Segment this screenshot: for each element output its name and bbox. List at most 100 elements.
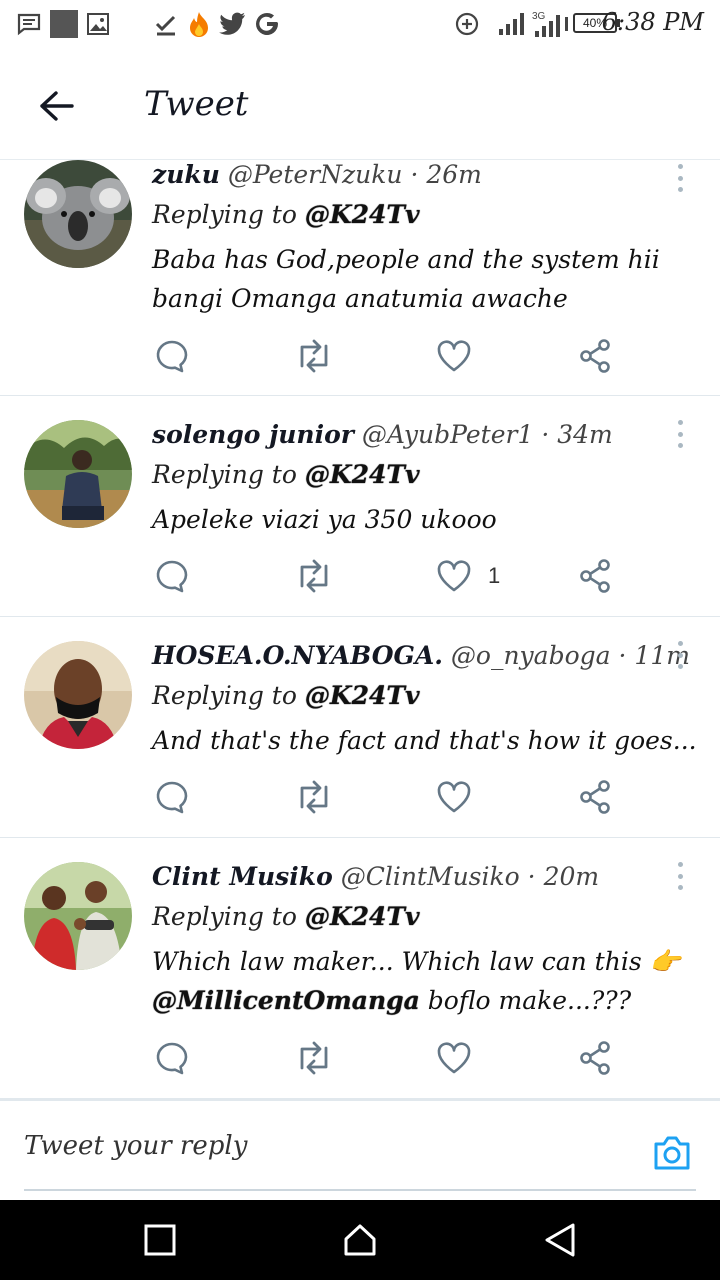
tweet-header: solengo junior @AyubPeter1 · 34m	[152, 420, 613, 449]
tweet[interactable]: solengo junior @AyubPeter1 · 34m Replyin…	[0, 396, 720, 617]
heart-icon	[437, 340, 471, 372]
author-name[interactable]: Clint Musiko	[152, 862, 333, 891]
replying-mention-link[interactable]: @K24Tv	[305, 200, 420, 229]
tweet-header: Clint Musiko @ClintMusiko · 20m	[152, 862, 599, 891]
reply-button[interactable]	[154, 1036, 190, 1080]
reply-input[interactable]: Tweet your reply	[24, 1131, 584, 1171]
home-button[interactable]	[340, 1220, 380, 1260]
share-button[interactable]	[578, 554, 612, 598]
image-icon	[86, 10, 110, 38]
avatar[interactable]	[24, 160, 132, 268]
recents-button[interactable]	[140, 1220, 180, 1260]
retweet-button[interactable]	[294, 554, 334, 598]
status-time: 6:38 PM	[601, 8, 704, 36]
avatar[interactable]	[24, 641, 132, 749]
heart-icon	[437, 1042, 471, 1074]
tweet-text-part: boflo make...???	[419, 986, 632, 1015]
author-handle[interactable]: @ClintMusiko	[341, 862, 520, 891]
status-bar: 3G 40% 6:38 PM	[0, 0, 720, 50]
heart-icon	[437, 781, 471, 813]
separator-dot: ·	[541, 420, 550, 449]
avatar[interactable]	[24, 862, 132, 970]
inline-mention-link[interactable]: @MillicentOmanga	[152, 986, 420, 1015]
avatar[interactable]	[24, 420, 132, 528]
reply-button[interactable]	[154, 334, 190, 378]
arrow-left-icon	[40, 91, 74, 121]
recents-square-icon	[144, 1224, 176, 1256]
back-button[interactable]	[32, 82, 80, 130]
network-type-label: 3G	[532, 11, 546, 22]
tweet-text: And that's the fact and that's how it go…	[152, 726, 697, 755]
reply-icon	[156, 340, 188, 373]
replying-mention-link[interactable]: @K24Tv	[305, 460, 420, 489]
back-nav-button[interactable]	[540, 1220, 580, 1260]
tweet-text-part: Which law maker... Which law can this 👉	[152, 947, 681, 976]
replying-prefix: Replying to	[152, 681, 297, 710]
like-button[interactable]	[436, 1036, 488, 1080]
separator-dot: ·	[410, 160, 419, 189]
reply-icon	[156, 560, 188, 593]
share-button[interactable]	[578, 1036, 612, 1080]
tweet[interactable]: HOSEA.O.NYABOGA. @o_nyaboga · 11m Replyi…	[0, 617, 720, 838]
replying-prefix: Replying to	[152, 200, 297, 229]
retweet-button[interactable]	[294, 775, 334, 819]
check-icon	[154, 10, 178, 38]
signal-icon	[498, 10, 524, 38]
author-name[interactable]: solengo junior	[152, 420, 354, 449]
more-options-icon[interactable]	[672, 420, 688, 448]
tweet-actions	[0, 334, 720, 378]
replying-to: Replying to @K24Tv	[152, 460, 420, 489]
author-handle[interactable]: @PeterNzuku	[228, 160, 403, 189]
like-button[interactable]	[436, 775, 488, 819]
tweet[interactable]: Clint Musiko @ClintMusiko · 20m Replying…	[0, 838, 720, 1098]
replying-to: Replying to @K24Tv	[152, 902, 420, 931]
more-options-icon[interactable]	[672, 164, 688, 192]
heart-icon	[437, 560, 471, 592]
twitter-icon	[218, 10, 246, 38]
share-icon	[580, 780, 610, 814]
tweet-actions	[0, 775, 720, 819]
page-title: Tweet	[144, 84, 249, 124]
replying-prefix: Replying to	[152, 902, 297, 931]
share-button[interactable]	[578, 775, 612, 819]
retweet-button[interactable]	[294, 334, 334, 378]
share-button[interactable]	[578, 334, 612, 378]
retweet-icon	[300, 1041, 328, 1075]
author-handle[interactable]: @o_nyaboga	[451, 641, 611, 670]
like-button[interactable]	[436, 334, 488, 378]
tweet-actions	[0, 1036, 720, 1080]
camera-button[interactable]	[650, 1131, 694, 1175]
tweet[interactable]: zuku @PeterNzuku · 26m Replying to @K24T…	[0, 160, 720, 396]
reply-button[interactable]	[154, 775, 190, 819]
reply-icon	[156, 1042, 188, 1075]
tweet-time: 26m	[426, 160, 482, 189]
tweet-header: HOSEA.O.NYABOGA. @o_nyaboga · 11m	[152, 641, 690, 670]
more-options-icon[interactable]	[672, 862, 688, 890]
message-icon	[16, 10, 42, 38]
back-triangle-icon	[545, 1223, 575, 1257]
share-icon	[580, 1041, 610, 1075]
share-icon	[580, 339, 610, 373]
camera-icon	[654, 1136, 690, 1170]
tweet-text: Which law maker... Which law can this 👉 …	[152, 942, 702, 1020]
replying-mention-link[interactable]: @K24Tv	[305, 681, 420, 710]
author-handle[interactable]: @AyubPeter1	[362, 420, 533, 449]
tweet-actions: 1	[0, 554, 720, 598]
author-name[interactable]: HOSEA.O.NYABOGA.	[152, 641, 443, 670]
like-button[interactable]: 1	[436, 554, 500, 598]
replying-to: Replying to @K24Tv	[152, 681, 420, 710]
more-options-icon[interactable]	[672, 641, 688, 669]
reply-button[interactable]	[154, 554, 190, 598]
google-icon	[254, 10, 280, 38]
replying-mention-link[interactable]: @K24Tv	[305, 902, 420, 931]
replying-to: Replying to @K24Tv	[152, 200, 420, 229]
vibrate-icon	[564, 10, 570, 38]
like-count: 1	[488, 563, 501, 588]
retweet-icon	[300, 780, 328, 814]
retweet-icon	[300, 559, 328, 593]
app-header: Tweet	[0, 50, 720, 160]
retweet-button[interactable]	[294, 1036, 334, 1080]
separator-dot: ·	[527, 862, 536, 891]
author-name[interactable]: zuku	[152, 160, 220, 189]
square-icon	[50, 10, 78, 38]
